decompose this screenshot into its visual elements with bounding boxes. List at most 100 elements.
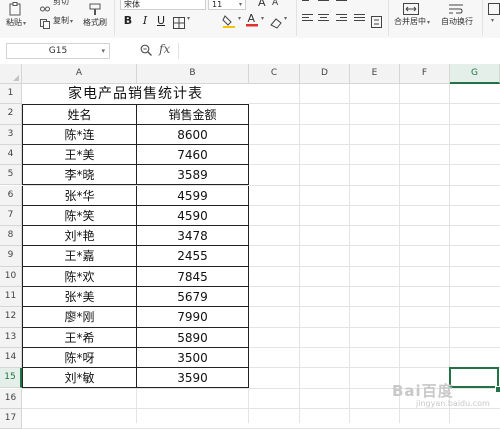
row-header-7[interactable]: 7	[0, 205, 22, 227]
underline-label: U	[156, 13, 166, 27]
chevron-down-icon[interactable]: ▾	[101, 44, 105, 58]
row-header-10[interactable]: 10	[0, 266, 22, 287]
bold-button[interactable]: B	[121, 13, 135, 27]
name-cell[interactable]: 王*嘉	[22, 246, 137, 267]
italic-button[interactable]: I	[138, 13, 152, 27]
chevron-down-icon[interactable]: ▾	[284, 15, 287, 22]
select-all-corner[interactable]	[0, 64, 22, 84]
name-cell[interactable]: 张*华	[22, 185, 137, 206]
insert-function-button[interactable]: fx	[159, 42, 170, 56]
name-cell[interactable]: 陈*连	[22, 124, 137, 145]
chevron-down-icon[interactable]: ▾	[238, 15, 241, 22]
font-color-icon[interactable]: A	[246, 12, 258, 27]
wrap-text-button[interactable]: 自动换行	[441, 16, 473, 27]
align-middle-icon[interactable]	[318, 0, 329, 7]
justify-icon[interactable]	[354, 14, 365, 24]
name-cell[interactable]: 陈*呀	[22, 347, 137, 369]
row-header-6[interactable]: 6	[0, 185, 22, 206]
copy-icon[interactable]	[40, 14, 50, 29]
column-header-a[interactable]: A	[22, 64, 137, 84]
wrap-text-icon[interactable]	[449, 0, 463, 14]
row-header-3[interactable]: 3	[0, 124, 22, 145]
row-header-2[interactable]: 2	[0, 104, 22, 125]
name-cell[interactable]: 陈*欢	[22, 266, 137, 287]
align-right-icon[interactable]	[336, 14, 347, 24]
amount-cell[interactable]: 5890	[137, 327, 249, 348]
font-name-select[interactable]: 宋体	[120, 0, 206, 10]
amount-cell[interactable]: 3589	[137, 165, 249, 186]
cut-icon[interactable]	[40, 0, 50, 12]
align-top-icon[interactable]	[302, 0, 313, 7]
distributed-icon[interactable]	[371, 13, 382, 28]
column-header-g[interactable]: G	[450, 64, 500, 84]
amount-cell[interactable]: 4599	[137, 185, 249, 206]
row-header-4[interactable]: 4	[0, 144, 22, 166]
chevron-down-icon[interactable]: ▾	[187, 15, 190, 22]
column-header-b[interactable]: B	[137, 64, 249, 84]
row-header-14[interactable]: 14	[0, 347, 22, 369]
row-header-12[interactable]: 12	[0, 307, 22, 328]
name-cell[interactable]: 李*晓	[22, 165, 137, 186]
amount-cell[interactable]: 2455	[137, 246, 249, 267]
selected-cell-G15[interactable]	[449, 367, 499, 389]
paste-icon[interactable]	[9, 1, 21, 16]
row-header-15[interactable]: 15	[0, 368, 22, 389]
number-format-icon[interactable]	[488, 0, 500, 15]
row-header-16[interactable]: 16	[0, 388, 22, 409]
cut-button[interactable]: 剪切	[53, 0, 69, 7]
zoom-search-icon[interactable]	[140, 44, 152, 59]
watermark-url: jingyan.baidu.com	[416, 399, 490, 408]
format-painter-button[interactable]: 格式刷	[83, 17, 107, 28]
name-cell[interactable]: 王*希	[22, 327, 137, 348]
shrink-font-button[interactable]: A	[272, 0, 278, 8]
name-cell[interactable]: 陈*笑	[22, 205, 137, 227]
font-size-select[interactable]: 11 ▾	[208, 0, 246, 10]
fill-handle[interactable]	[495, 385, 500, 393]
name-cell[interactable]: 张*美	[22, 287, 137, 308]
copy-button[interactable]: 复制▾	[53, 15, 73, 26]
amount-cell[interactable]: 3590	[137, 368, 249, 389]
column-header-d[interactable]: D	[300, 64, 350, 84]
amount-cell[interactable]: 7990	[137, 307, 249, 328]
chevron-down-icon[interactable]: ▾	[261, 15, 264, 22]
borders-icon[interactable]	[173, 14, 185, 29]
name-cell[interactable]: 王*美	[22, 144, 137, 166]
grow-font-button[interactable]: A	[258, 0, 266, 9]
merge-center-icon[interactable]	[403, 0, 419, 15]
header-amount-cell[interactable]: 销售金额	[137, 104, 249, 125]
amount-cell[interactable]: 3478	[137, 226, 249, 247]
name-cell[interactable]: 廖*刚	[22, 307, 137, 328]
clear-format-icon[interactable]	[270, 14, 282, 29]
sheet-title-cell[interactable]: 家电产品销售统计表	[22, 84, 249, 105]
align-left-icon[interactable]	[302, 14, 313, 24]
name-cell[interactable]: 刘*敏	[22, 368, 137, 389]
underline-button[interactable]: U	[154, 13, 168, 27]
row-header-13[interactable]: 13	[0, 327, 22, 348]
row-header-1[interactable]: 1	[0, 84, 22, 105]
row-header-17[interactable]: 17	[0, 408, 22, 429]
fill-color-icon[interactable]	[222, 13, 236, 28]
row-header-8[interactable]: 8	[0, 226, 22, 247]
format-painter-icon[interactable]	[88, 1, 102, 15]
amount-cell[interactable]: 3500	[137, 347, 249, 369]
column-header-f[interactable]: F	[400, 64, 450, 84]
amount-cell[interactable]: 4590	[137, 205, 249, 227]
row-header-9[interactable]: 9	[0, 246, 22, 267]
paste-button[interactable]: 粘贴▾	[6, 17, 26, 28]
merge-center-button[interactable]: 合并居中▾	[394, 16, 430, 27]
column-header-e[interactable]: E	[350, 64, 400, 84]
row-header-11[interactable]: 11	[0, 287, 22, 308]
amount-cell[interactable]: 8600	[137, 124, 249, 145]
name-cell[interactable]: 刘*艳	[22, 226, 137, 247]
chevron-down-icon[interactable]: ▾	[491, 17, 494, 24]
header-name-cell[interactable]: 姓名	[22, 104, 137, 125]
amount-cell[interactable]: 7845	[137, 266, 249, 287]
align-bottom-icon[interactable]	[336, 0, 347, 7]
amount-cell[interactable]: 5679	[137, 287, 249, 308]
amount-cell[interactable]: 7460	[137, 144, 249, 166]
row-header-5[interactable]: 5	[0, 165, 22, 186]
column-header-c[interactable]: C	[249, 64, 300, 84]
name-box[interactable]: G15 ▾	[6, 43, 110, 59]
align-center-icon[interactable]	[318, 14, 329, 24]
formula-input[interactable]	[178, 43, 500, 59]
